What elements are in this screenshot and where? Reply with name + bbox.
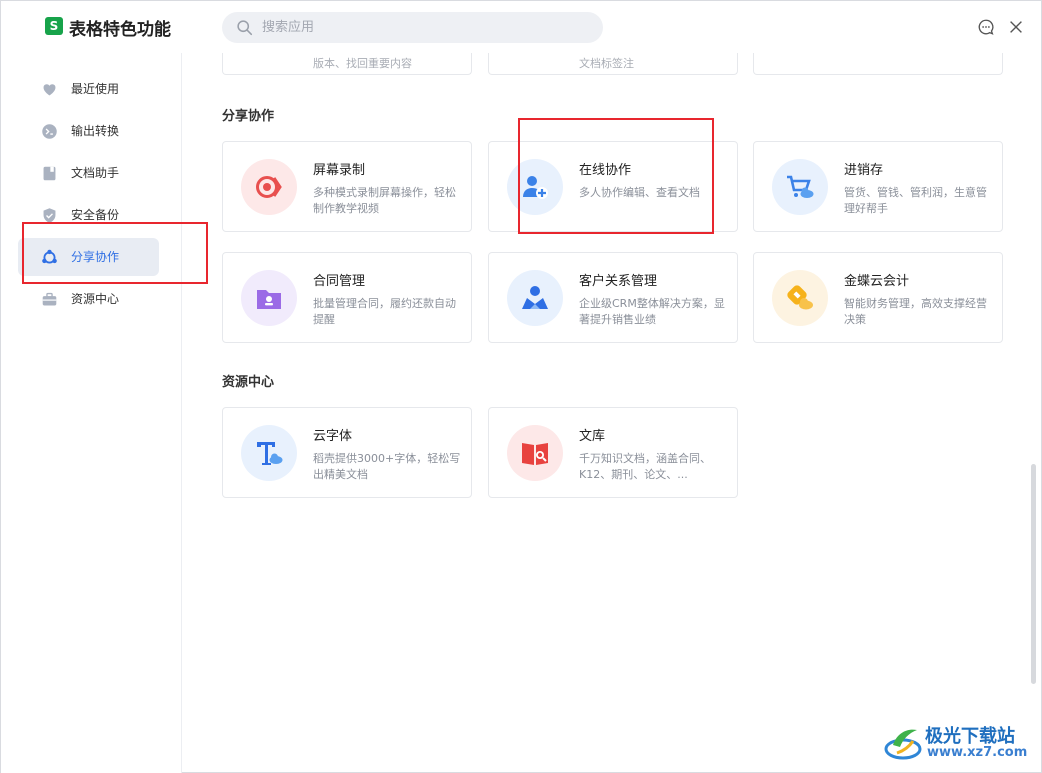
sidebar-item-label: 资源中心 [71, 292, 120, 306]
briefcase-icon [42, 292, 57, 306]
watermark-url: www.xz7.com [927, 745, 1028, 760]
search-input[interactable] [262, 12, 592, 43]
card-title: 屏幕录制 [313, 163, 366, 178]
highlight-box-online-collab [518, 118, 714, 234]
app-card-crm[interactable]: 客户关系管理 企业级CRM整体解决方案，显著提升销售业绩 [488, 252, 738, 343]
sidebar-item-label: 输出转换 [71, 124, 120, 138]
card-description: 智能财务管理，高效支撑经营决策 [844, 297, 987, 326]
app-card-partial[interactable]: 版本、找回重要内容 [222, 53, 472, 75]
watermark: 极光下载站 www.xz7.com [883, 721, 1035, 765]
highlight-box-sidebar [22, 222, 208, 284]
close-icon[interactable] [1007, 18, 1025, 36]
card-title: 客户关系管理 [579, 274, 658, 289]
convert-icon [42, 124, 57, 139]
sidebar-item-resources[interactable]: 资源中心 [18, 280, 159, 318]
card-title: 云字体 [313, 429, 353, 444]
app-window: S 表格特色功能 最近使用 [0, 0, 1042, 773]
card-description: 千万知识文档，涵盖合同、K12、期刊、论文、... [579, 452, 711, 481]
app-card-cloud-font[interactable]: 云字体 稻壳提供3000+字体，轻松写出精美文档 [222, 407, 472, 498]
sidebar-item-convert[interactable]: 输出转换 [18, 112, 159, 150]
card-title: 合同管理 [313, 274, 366, 289]
card-title: 金蝶云会计 [844, 274, 910, 289]
app-card-screen-record[interactable]: 屏幕录制 多种模式录制屏幕操作，轻松制作教学视频 [222, 141, 472, 232]
watermark-logo-icon [884, 729, 922, 760]
card-description: 企业级CRM整体解决方案，显著提升销售业绩 [579, 297, 725, 326]
app-card-kingdee[interactable]: 金蝶云会计 智能财务管理，高效支撑经营决策 [753, 252, 1003, 343]
kingdee-icon [772, 270, 828, 326]
library-icon [507, 425, 563, 481]
app-card-contract[interactable]: 合同管理 批量管理合同，履约还款自动提醒 [222, 252, 472, 343]
sidebar-item-label: 最近使用 [71, 82, 120, 96]
app-logo: S [45, 17, 63, 35]
sidebar-item-label: 安全备份 [71, 208, 120, 222]
screen-record-icon [241, 159, 297, 215]
card-title: 文库 [579, 429, 606, 444]
crm-icon [507, 270, 563, 326]
sidebar-item-label: 文档助手 [71, 166, 120, 180]
search-icon [237, 20, 253, 36]
sidebar-item-recent[interactable]: 最近使用 [18, 70, 159, 108]
card-description: 多种模式录制屏幕操作，轻松制作教学视频 [313, 186, 456, 215]
contract-folder-icon [241, 270, 297, 326]
app-card-partial[interactable]: 文档标签注 [488, 53, 738, 75]
section-title: 资源中心 [222, 375, 275, 390]
app-card-partial[interactable] [753, 53, 1003, 75]
app-title: 表格特色功能 [69, 20, 171, 40]
card-description: 管货、管钱、管利润，生意管理好帮手 [844, 186, 987, 215]
document-icon [43, 166, 56, 181]
cloud-font-icon [241, 425, 297, 481]
section-title: 分享协作 [222, 109, 275, 124]
card-description: 稻壳提供3000+字体，轻松写出精美文档 [313, 452, 461, 481]
scrollbar[interactable] [1031, 464, 1036, 684]
sidebar-item-doc-assistant[interactable]: 文档助手 [18, 154, 159, 192]
app-card-library[interactable]: 文库 千万知识文档，涵盖合同、K12、期刊、论文、... [488, 407, 738, 498]
search-bar[interactable] [222, 12, 603, 43]
feedback-icon[interactable] [977, 18, 995, 36]
sidebar: 最近使用 输出转换 文档助手 安全备份 分享协作 资源中心 [1, 53, 182, 773]
header: S 表格特色功能 [1, 1, 1041, 53]
card-description: 文档标签注 [579, 57, 634, 70]
cart-cloud-icon [772, 159, 828, 215]
card-title: 进销存 [844, 163, 884, 178]
card-description: 批量管理合同，履约还款自动提醒 [313, 297, 456, 326]
card-description: 版本、找回重要内容 [313, 57, 412, 70]
heart-icon [43, 84, 56, 96]
app-card-inventory[interactable]: 进销存 管货、管钱、管利润，生意管理好帮手 [753, 141, 1003, 232]
